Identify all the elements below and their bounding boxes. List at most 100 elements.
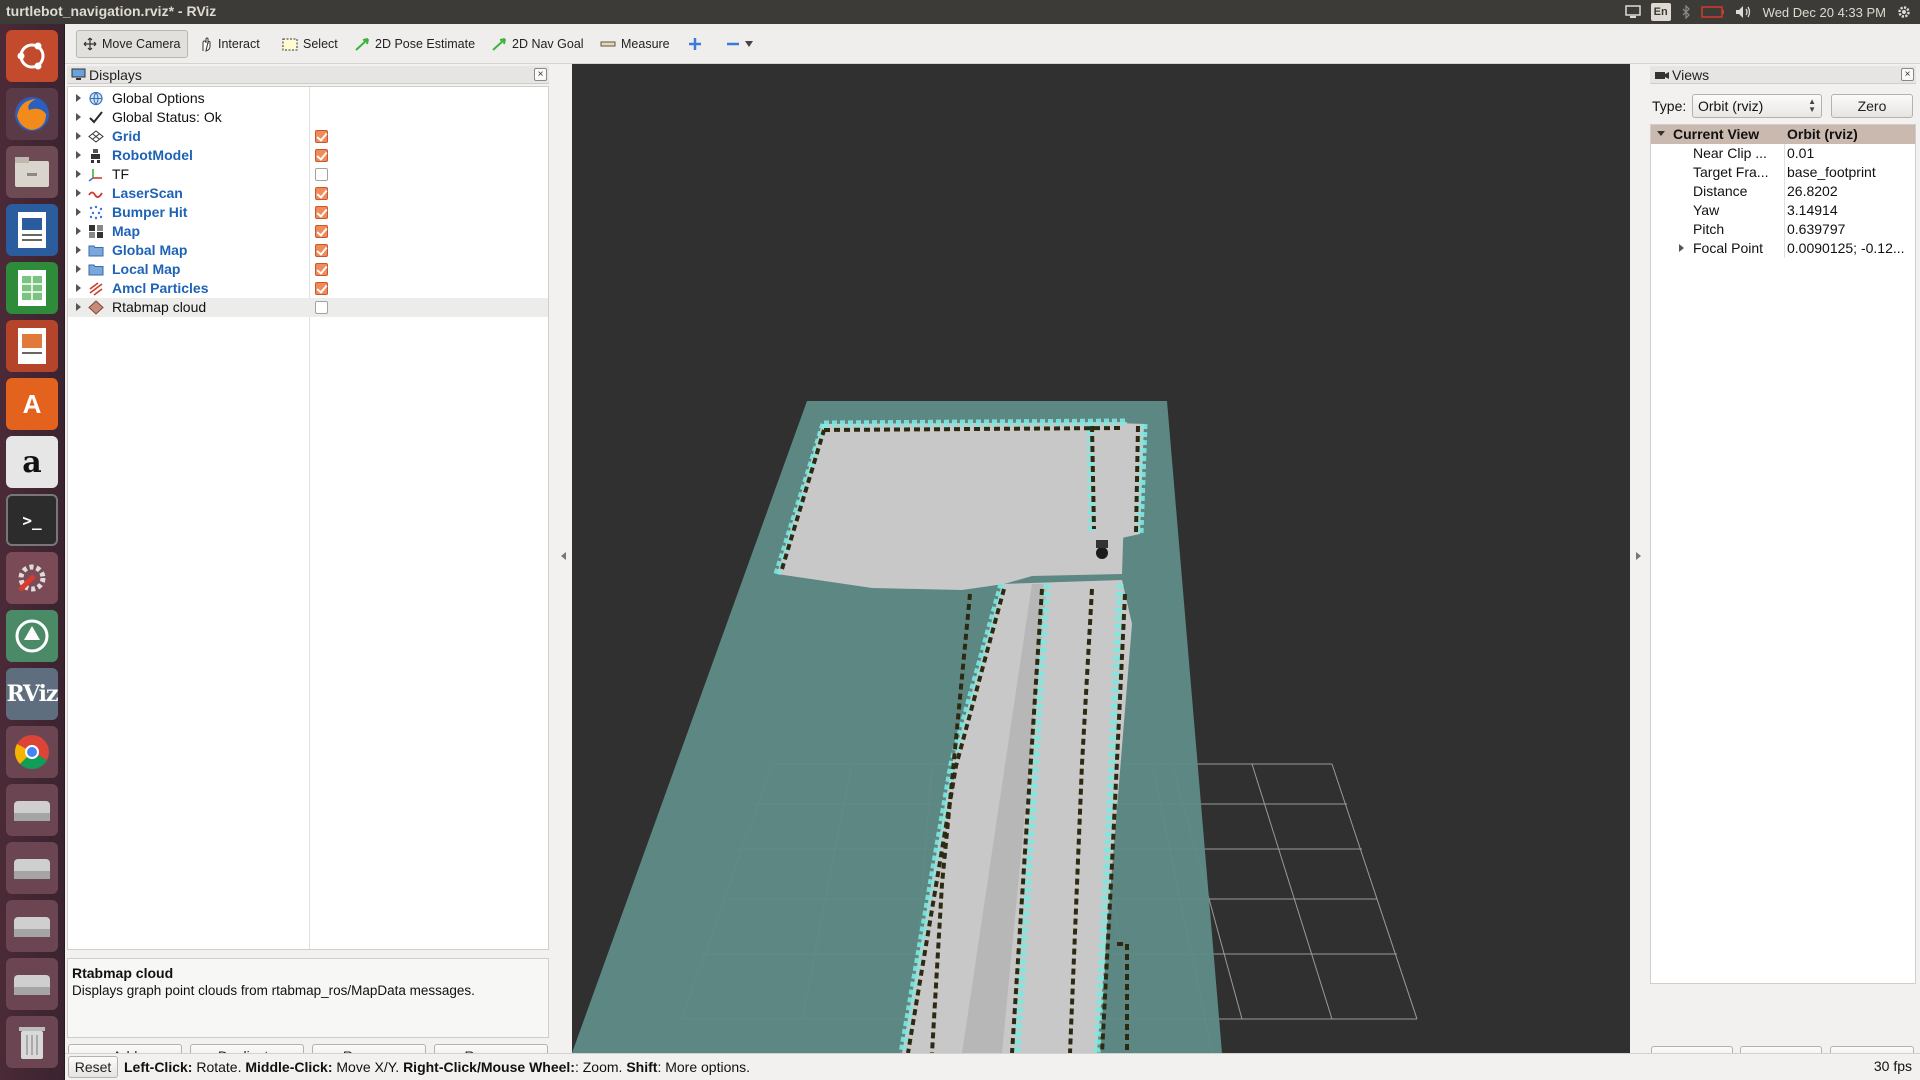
expand-arrow-icon[interactable] <box>76 208 81 216</box>
display-label: Bumper Hit <box>112 204 188 220</box>
display-item-rtabmap-cloud[interactable]: Rtabmap cloud <box>68 298 548 317</box>
amazon-icon[interactable]: a <box>6 436 58 488</box>
display-checkbox[interactable] <box>315 149 328 162</box>
bluetooth-icon[interactable] <box>1681 3 1691 21</box>
files-icon[interactable] <box>6 146 58 198</box>
expand-arrow-icon[interactable] <box>76 265 81 273</box>
move-camera-tool[interactable]: Move Camera <box>76 30 188 58</box>
display-label: Map <box>112 223 140 239</box>
collapse-right-arrow-icon[interactable] <box>1636 552 1641 560</box>
trash-icon[interactable] <box>6 1016 58 1068</box>
display-item-bumper-hit[interactable]: Bumper Hit <box>68 203 548 222</box>
expand-arrow-icon[interactable] <box>76 113 81 121</box>
gear-icon[interactable] <box>1896 3 1912 21</box>
move-camera-icon <box>83 37 97 51</box>
volume-icon[interactable] <box>1735 3 1753 21</box>
collapse-left-arrow-icon[interactable] <box>561 552 566 560</box>
display-checkbox[interactable] <box>315 282 328 295</box>
property-value[interactable]: 0.0090125; -0.12... <box>1787 240 1913 256</box>
collapse-arrow-icon[interactable] <box>1657 131 1665 136</box>
keyboard-language-indicator[interactable]: En <box>1650 3 1671 21</box>
expand-arrow-icon[interactable] <box>76 189 81 197</box>
expand-arrow-icon[interactable] <box>76 132 81 140</box>
measure-tool[interactable]: Measure <box>594 30 676 58</box>
expand-arrow-icon[interactable] <box>1679 244 1684 252</box>
expand-arrow-icon[interactable] <box>76 94 81 102</box>
chrome-icon[interactable] <box>6 726 58 778</box>
property-row[interactable]: Target Fra... base_footprint <box>1651 163 1915 182</box>
display-icon[interactable] <box>1624 3 1641 21</box>
expand-arrow-icon[interactable] <box>76 151 81 159</box>
display-item-global-status[interactable]: Global Status: Ok <box>68 108 548 127</box>
property-row[interactable]: Near Clip ... 0.01 <box>1651 144 1915 163</box>
property-row[interactable]: Yaw 3.14914 <box>1651 201 1915 220</box>
display-item-amcl-particles[interactable]: Amcl Particles <box>68 279 548 298</box>
drive-icon[interactable] <box>6 842 58 894</box>
display-checkbox[interactable] <box>315 244 328 257</box>
software-center-icon[interactable]: A <box>6 378 58 430</box>
calc-icon[interactable] <box>6 262 58 314</box>
display-item-robotmodel[interactable]: RobotModel <box>68 146 548 165</box>
system-settings-icon[interactable] <box>6 552 58 604</box>
expand-arrow-icon[interactable] <box>76 170 81 178</box>
expand-arrow-icon[interactable] <box>76 246 81 254</box>
display-checkbox[interactable] <box>315 225 328 238</box>
software-updater-icon[interactable] <box>6 610 58 662</box>
display-item-global-map[interactable]: Global Map <box>68 241 548 260</box>
interact-tool[interactable]: Interact <box>193 30 266 58</box>
display-item-grid[interactable]: Grid <box>68 127 548 146</box>
display-checkbox[interactable] <box>315 301 328 314</box>
property-value[interactable]: base_footprint <box>1787 164 1913 180</box>
close-icon[interactable]: × <box>534 68 547 81</box>
property-row[interactable]: Distance 26.8202 <box>1651 182 1915 201</box>
property-value[interactable]: 0.639797 <box>1787 221 1913 237</box>
reset-button[interactable]: Reset <box>68 1056 118 1078</box>
battery-icon[interactable] <box>1700 3 1725 21</box>
measure-label: Measure <box>621 37 670 51</box>
display-item-tf[interactable]: TF <box>68 165 548 184</box>
impress-icon[interactable] <box>6 320 58 372</box>
display-item-local-map[interactable]: Local Map <box>68 260 548 279</box>
property-row[interactable]: Focal Point 0.0090125; -0.12... <box>1651 239 1915 258</box>
view-properties[interactable]: Current View Orbit (rviz) Near Clip ... … <box>1650 124 1916 984</box>
render-viewport[interactable] <box>572 64 1630 1053</box>
robot-icon <box>91 149 100 163</box>
display-label: TF <box>112 166 130 182</box>
camera-icon <box>1655 72 1669 79</box>
property-value[interactable]: 26.8202 <box>1787 183 1913 199</box>
display-checkbox[interactable] <box>315 168 328 181</box>
display-checkbox[interactable] <box>315 130 328 143</box>
zero-button[interactable]: Zero <box>1831 94 1913 118</box>
drive-icon[interactable] <box>6 958 58 1010</box>
terminal-icon[interactable]: >_ <box>6 494 58 546</box>
current-view-row[interactable]: Current View Orbit (rviz) <box>1651 125 1915 144</box>
property-row[interactable]: Pitch 0.639797 <box>1651 220 1915 239</box>
property-value[interactable]: 3.14914 <box>1787 202 1913 218</box>
remove-tool-button[interactable] <box>720 30 759 58</box>
expand-arrow-icon[interactable] <box>76 227 81 235</box>
add-tool-button[interactable] <box>682 30 708 58</box>
nav-goal-tool[interactable]: 2D Nav Goal <box>485 30 590 58</box>
expand-arrow-icon[interactable] <box>76 284 81 292</box>
firefox-icon[interactable] <box>6 88 58 140</box>
display-checkbox[interactable] <box>315 206 328 219</box>
drive-icon[interactable] <box>6 900 58 952</box>
clock[interactable]: Wed Dec 20 4:33 PM <box>1763 5 1886 20</box>
ubuntu-dash-icon[interactable] <box>6 30 58 82</box>
writer-icon[interactable] <box>6 204 58 256</box>
select-tool[interactable]: Select <box>276 30 344 58</box>
display-checkbox[interactable] <box>315 187 328 200</box>
pose-estimate-tool[interactable]: 2D Pose Estimate <box>348 30 481 58</box>
drive-icon[interactable] <box>6 784 58 836</box>
property-value[interactable]: 0.01 <box>1787 145 1913 161</box>
display-checkbox[interactable] <box>315 263 328 276</box>
expand-arrow-icon[interactable] <box>76 303 81 311</box>
display-item-global-options[interactable]: Global Options <box>68 89 548 108</box>
display-item-map[interactable]: Map <box>68 222 548 241</box>
displays-tree[interactable]: Global Options Global Status: Ok Grid Ro… <box>67 86 549 950</box>
display-label: Local Map <box>112 261 181 277</box>
view-type-select[interactable]: Orbit (rviz) ▲ ▼ <box>1692 94 1822 118</box>
close-icon[interactable]: × <box>1901 68 1914 81</box>
rviz-icon[interactable]: RViz <box>6 668 59 720</box>
display-item-laserscan[interactable]: LaserScan <box>68 184 548 203</box>
